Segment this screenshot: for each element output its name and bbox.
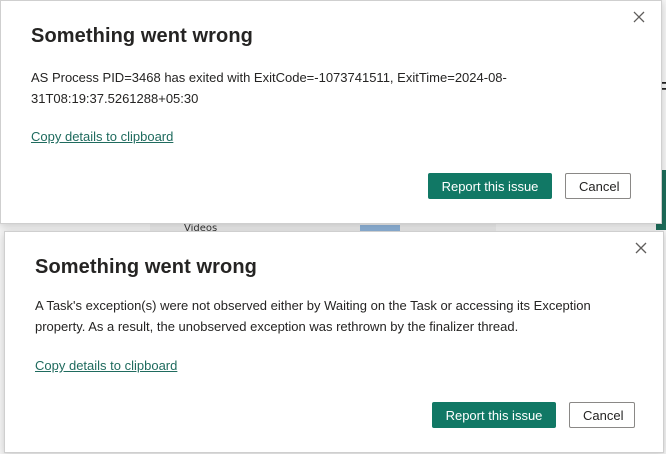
close-icon: [635, 242, 647, 254]
dialog-title: Something went wrong: [35, 256, 257, 278]
error-dialog: Something went wrong A Task's exception(…: [4, 231, 664, 453]
copy-details-link[interactable]: Copy details to clipboard: [31, 129, 173, 144]
close-icon: [633, 11, 645, 23]
copy-details-link[interactable]: Copy details to clipboard: [35, 358, 177, 373]
dialog-title: Something went wrong: [31, 25, 253, 47]
cancel-button[interactable]: Cancel: [569, 402, 635, 428]
error-dialog: Something went wrong AS Process PID=3468…: [0, 0, 662, 224]
report-issue-button[interactable]: Report this issue: [428, 173, 552, 199]
close-button[interactable]: [631, 9, 647, 25]
report-issue-button[interactable]: Report this issue: [432, 402, 556, 428]
error-message: AS Process PID=3468 has exited with Exit…: [31, 70, 507, 106]
cancel-button[interactable]: Cancel: [565, 173, 631, 199]
close-button[interactable]: [633, 240, 649, 256]
error-message: A Task's exception(s) were not observed …: [35, 298, 591, 334]
